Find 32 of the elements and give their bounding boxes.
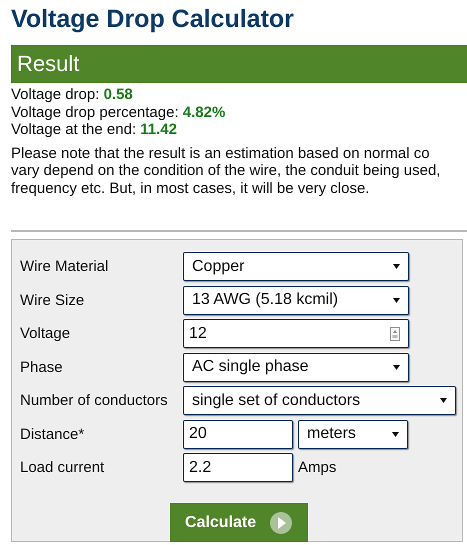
- result-line: Voltage drop percentage: 4.82%: [11, 104, 226, 121]
- field-label: Distance*: [20, 426, 86, 443]
- caret-icon: [393, 298, 400, 303]
- play-icon: [270, 512, 292, 534]
- field-label: Wire Material: [20, 258, 110, 276]
- caret-icon: [393, 364, 400, 370]
- dropdown[interactable]: meters: [298, 420, 408, 449]
- field-label: Wire Size: [20, 292, 86, 309]
- spinner-icon: [390, 326, 400, 341]
- calculate-button[interactable]: Calculate: [170, 502, 308, 542]
- caret-icon: [440, 398, 447, 404]
- dropdown[interactable]: AC single phase: [183, 352, 409, 382]
- field-label: Number of conductors: [20, 392, 169, 410]
- result-line: Voltage at the end: 11.42: [11, 121, 178, 138]
- caret-icon: [393, 264, 400, 270]
- result-line: Voltage drop: 0.58: [11, 86, 134, 104]
- field-label: Load current: [20, 459, 106, 476]
- field-label: Voltage: [20, 325, 72, 342]
- dropdown[interactable]: Copper: [183, 252, 409, 282]
- caret-icon: [392, 432, 399, 437]
- dropdown[interactable]: single set of conductors: [183, 386, 456, 416]
- note-line: frequency etc. But, in most cases, it will be very close.: [11, 180, 370, 197]
- field-label: Phase: [20, 358, 64, 376]
- input-field[interactable]: 12: [183, 319, 409, 348]
- result-heading: Result: [16, 51, 80, 77]
- input-field[interactable]: 2.2: [183, 453, 293, 482]
- dropdown[interactable]: 13 AWG (5.18 kcmil): [183, 286, 409, 315]
- input-field[interactable]: 20: [183, 420, 293, 449]
- unit-label: Amps: [298, 459, 336, 476]
- note-line: vary depend on the condition of the wire, the conduit being used,: [11, 162, 440, 180]
- note-line: Please note that the result is an estimation based on normal co: [11, 144, 430, 162]
- page-title: Voltage Drop Calculator: [11, 4, 295, 35]
